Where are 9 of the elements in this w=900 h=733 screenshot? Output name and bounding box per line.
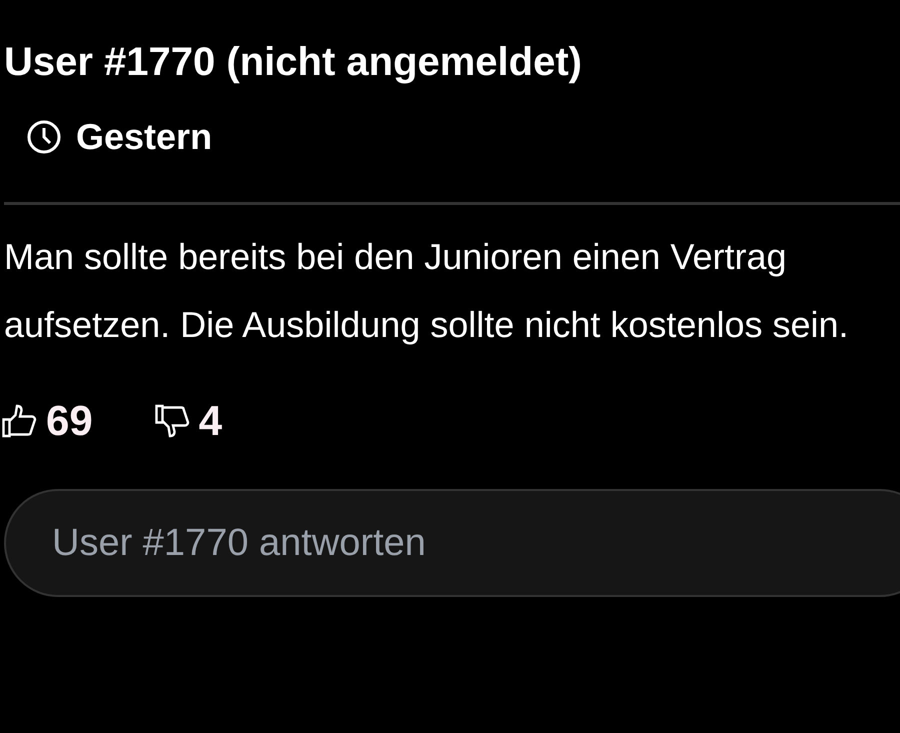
author-name: User #1770 (nicht angemeldet) xyxy=(3,39,583,86)
thumbs-down-icon xyxy=(154,403,191,439)
dislike-button[interactable]: 4 xyxy=(154,397,222,445)
comment-text: Man sollte bereits bei den Junioren einen Vertrag aufsetzen. Die Ausbildung sollte nicht kostenlos sein. xyxy=(4,235,850,347)
thumbs-up-icon xyxy=(2,403,38,439)
clock-icon xyxy=(26,119,62,155)
like-button[interactable]: 69 xyxy=(2,397,93,445)
reply-field[interactable]: User #1770 antworten xyxy=(4,489,900,597)
comment-time: Gestern xyxy=(76,116,212,158)
